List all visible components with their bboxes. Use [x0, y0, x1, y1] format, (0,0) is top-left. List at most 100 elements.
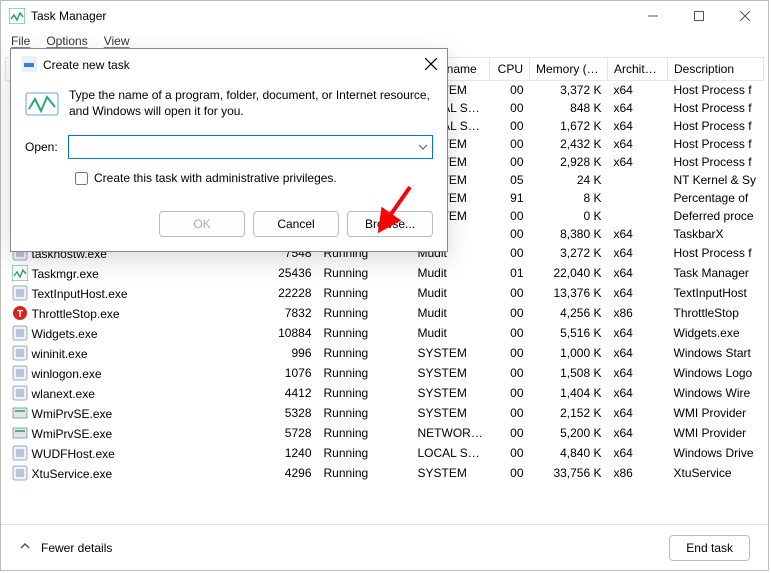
- cell-cpu: 00: [490, 135, 530, 153]
- cell-cpu: 91: [490, 189, 530, 207]
- cell-memory: 3,372 K: [530, 81, 608, 100]
- cell-pid: 7832: [266, 303, 318, 323]
- cell-status: Running: [318, 463, 412, 483]
- cell-name: XtuService.exe: [6, 463, 266, 483]
- dialog-title: Create new task: [43, 58, 130, 72]
- table-row[interactable]: winlogon.exe1076RunningSYSTEM001,508 Kx6…: [6, 363, 764, 383]
- svg-text:T: T: [16, 309, 22, 320]
- cell-cpu: 05: [490, 171, 530, 189]
- col-memory[interactable]: Memory (a...: [530, 58, 608, 81]
- cell-name: TThrottleStop.exe: [6, 303, 266, 323]
- cell-desc: Host Process f: [668, 117, 764, 135]
- cell-arch: [608, 171, 668, 189]
- cell-arch: x64: [608, 283, 668, 303]
- cell-cpu: 00: [490, 153, 530, 171]
- process-icon: [12, 265, 28, 281]
- cell-arch: x86: [608, 463, 668, 483]
- cell-memory: 4,840 K: [530, 443, 608, 463]
- process-icon: [12, 445, 28, 461]
- cell-user: Mudit: [412, 323, 490, 343]
- cell-user: Mudit: [412, 283, 490, 303]
- table-row[interactable]: TThrottleStop.exe7832RunningMudit004,256…: [6, 303, 764, 323]
- minimize-button[interactable]: [630, 1, 676, 31]
- cell-memory: 8 K: [530, 189, 608, 207]
- cancel-button[interactable]: Cancel: [253, 211, 339, 237]
- maximize-button[interactable]: [676, 1, 722, 31]
- dialog-message: Type the name of a program, folder, docu…: [69, 87, 433, 121]
- menu-file[interactable]: File: [11, 34, 30, 48]
- cell-desc: NT Kernel & Sy: [668, 171, 764, 189]
- browse-button[interactable]: Browse...: [347, 211, 433, 237]
- cell-arch: x64: [608, 403, 668, 423]
- cell-cpu: 01: [490, 263, 530, 283]
- cell-arch: x64: [608, 99, 668, 117]
- cell-name: TextInputHost.exe: [6, 283, 266, 303]
- cell-status: Running: [318, 383, 412, 403]
- dialog-close-button[interactable]: [425, 58, 437, 73]
- cell-cpu: 00: [490, 403, 530, 423]
- table-row[interactable]: Widgets.exe10884RunningMudit005,516 Kx64…: [6, 323, 764, 343]
- table-row[interactable]: Taskmgr.exe25436RunningMudit0122,040 Kx6…: [6, 263, 764, 283]
- cell-memory: 1,404 K: [530, 383, 608, 403]
- cell-desc: XtuService: [668, 463, 764, 483]
- cell-user: SYSTEM: [412, 463, 490, 483]
- open-combobox[interactable]: [68, 135, 433, 159]
- cell-name: wlanext.exe: [6, 383, 266, 403]
- cell-memory: 1,672 K: [530, 117, 608, 135]
- close-button[interactable]: [722, 1, 768, 31]
- cell-cpu: 00: [490, 243, 530, 263]
- cell-memory: 8,380 K: [530, 225, 608, 243]
- table-row[interactable]: wlanext.exe4412RunningSYSTEM001,404 Kx64…: [6, 383, 764, 403]
- cell-memory: 5,516 K: [530, 323, 608, 343]
- admin-privileges-checkbox[interactable]: [75, 172, 88, 185]
- chevron-down-icon[interactable]: [414, 136, 432, 158]
- fewer-details-toggle[interactable]: Fewer details: [19, 540, 112, 555]
- dialog-titlebar[interactable]: Create new task: [11, 49, 447, 81]
- cell-status: Running: [318, 363, 412, 383]
- col-desc[interactable]: Description: [668, 58, 764, 81]
- menu-options[interactable]: Options: [46, 34, 87, 48]
- table-row[interactable]: WmiPrvSE.exe5728RunningNETWORK...005,200…: [6, 423, 764, 443]
- process-icon: [12, 385, 28, 401]
- cell-user: Mudit: [412, 263, 490, 283]
- cell-pid: 22228: [266, 283, 318, 303]
- cell-name: WmiPrvSE.exe: [6, 403, 266, 423]
- cell-name: Taskmgr.exe: [6, 263, 266, 283]
- table-row[interactable]: XtuService.exe4296RunningSYSTEM0033,756 …: [6, 463, 764, 483]
- cell-status: Running: [318, 343, 412, 363]
- cell-user: SYSTEM: [412, 343, 490, 363]
- cell-desc: Windows Start: [668, 343, 764, 363]
- col-cpu[interactable]: CPU: [490, 58, 530, 81]
- cell-cpu: 00: [490, 363, 530, 383]
- col-arch[interactable]: Archite...: [608, 58, 668, 81]
- cell-memory: 4,256 K: [530, 303, 608, 323]
- titlebar[interactable]: Task Manager: [1, 1, 768, 31]
- cell-desc: Percentage of: [668, 189, 764, 207]
- cell-desc: Host Process f: [668, 99, 764, 117]
- table-row[interactable]: WUDFHost.exe1240RunningLOCAL SE...004,84…: [6, 443, 764, 463]
- cell-arch: x64: [608, 153, 668, 171]
- end-task-button[interactable]: End task: [669, 535, 750, 561]
- cell-desc: WMI Provider: [668, 423, 764, 443]
- ok-button[interactable]: OK: [159, 211, 245, 237]
- cell-pid: 5328: [266, 403, 318, 423]
- cell-memory: 33,756 K: [530, 463, 608, 483]
- fewer-details-label: Fewer details: [41, 541, 112, 555]
- cell-arch: [608, 189, 668, 207]
- cell-cpu: 00: [490, 117, 530, 135]
- cell-user: NETWORK...: [412, 423, 490, 443]
- open-input[interactable]: [69, 140, 414, 154]
- cell-arch: x64: [608, 443, 668, 463]
- cell-status: Running: [318, 423, 412, 443]
- cell-arch: x64: [608, 135, 668, 153]
- cell-status: Running: [318, 263, 412, 283]
- cell-name: WUDFHost.exe: [6, 443, 266, 463]
- cell-pid: 996: [266, 343, 318, 363]
- cell-cpu: 00: [490, 303, 530, 323]
- cell-cpu: 00: [490, 443, 530, 463]
- menu-view[interactable]: View: [104, 34, 130, 48]
- table-row[interactable]: wininit.exe996RunningSYSTEM001,000 Kx64W…: [6, 343, 764, 363]
- cell-desc: Host Process f: [668, 153, 764, 171]
- table-row[interactable]: WmiPrvSE.exe5328RunningSYSTEM002,152 Kx6…: [6, 403, 764, 423]
- table-row[interactable]: TextInputHost.exe22228RunningMudit0013,3…: [6, 283, 764, 303]
